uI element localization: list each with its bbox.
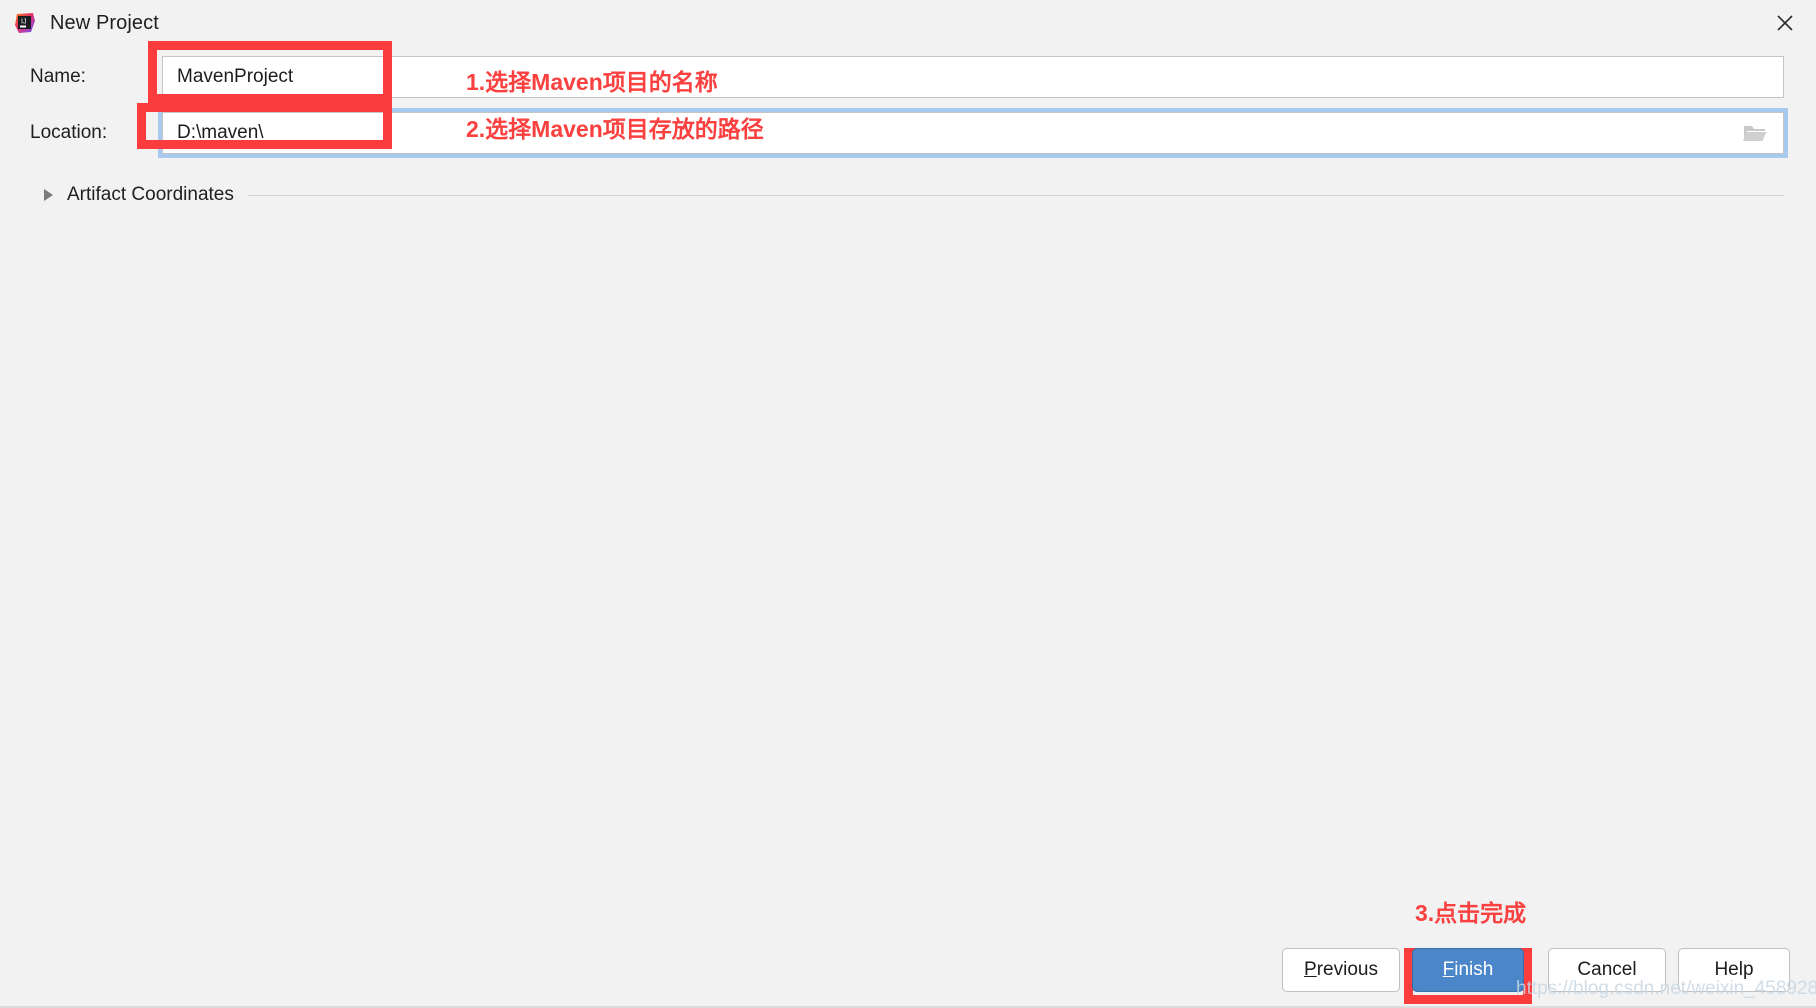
artifact-coordinates-label: Artifact Coordinates xyxy=(67,184,234,205)
title-bar: IJ New Project xyxy=(0,0,1816,46)
location-input-wrap: D:\maven\ xyxy=(158,108,1788,158)
annotation-step3: 3.点击完成 xyxy=(1415,900,1527,926)
intellij-idea-icon: IJ xyxy=(14,12,36,34)
svg-text:IJ: IJ xyxy=(21,19,26,26)
location-input[interactable]: D:\maven\ xyxy=(162,112,1784,154)
previous-label: revious xyxy=(1316,959,1378,980)
name-label: Name: xyxy=(30,66,86,87)
name-input-wrap: MavenProject xyxy=(162,56,1784,98)
previous-button[interactable]: Previous xyxy=(1282,948,1400,992)
chevron-right-icon[interactable] xyxy=(44,189,53,201)
help-button[interactable]: Help xyxy=(1678,948,1790,992)
name-input[interactable]: MavenProject xyxy=(162,56,1784,98)
annotation-step1: 1.选择Maven项目的名称 xyxy=(466,69,718,95)
cancel-button[interactable]: Cancel xyxy=(1548,948,1666,992)
name-row: Name: MavenProject xyxy=(0,55,1816,99)
section-divider xyxy=(247,194,1784,196)
window-title: New Project xyxy=(50,11,159,34)
location-row: Location: D:\maven\ xyxy=(0,108,1816,158)
previous-mnemonic: P xyxy=(1304,959,1317,980)
dialog-button-bar: Previous Finish Cancel Help xyxy=(0,948,1816,1008)
annotation-step2: 2.选择Maven项目存放的路径 xyxy=(466,116,764,142)
finish-mnemonic: F xyxy=(1442,959,1455,980)
artifact-coordinates-section[interactable]: Artifact Coordinates xyxy=(0,179,1816,211)
folder-open-icon[interactable] xyxy=(1742,122,1768,144)
finish-label: inish xyxy=(1454,959,1494,980)
finish-button[interactable]: Finish xyxy=(1412,948,1524,992)
close-icon[interactable] xyxy=(1754,0,1816,46)
location-label: Location: xyxy=(30,122,108,143)
